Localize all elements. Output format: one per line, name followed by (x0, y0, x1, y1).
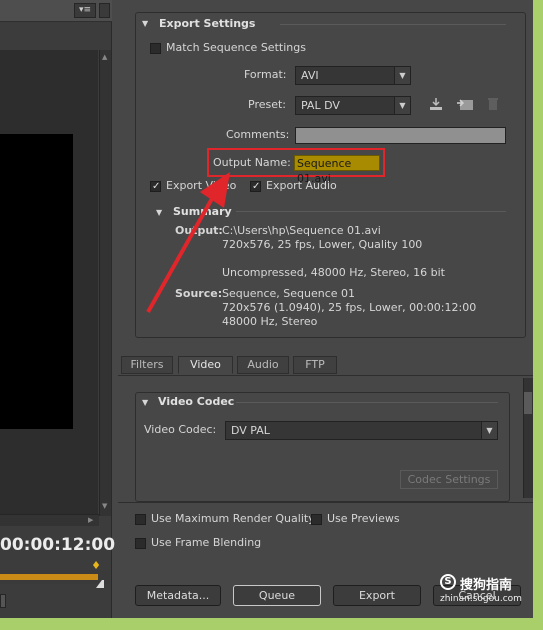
scroll-down-icon[interactable]: ▼ (102, 502, 107, 510)
chevron-down-icon[interactable]: ▼ (481, 422, 497, 439)
sogou-logo-icon: S (440, 574, 456, 590)
out-point-icon[interactable] (96, 580, 104, 588)
preview-horizontal-scrollbar[interactable]: ▶ (0, 514, 99, 526)
use-previews-checkbox[interactable] (311, 514, 322, 525)
format-value: AVI (301, 69, 319, 82)
frame-blending-label: Use Frame Blending (151, 536, 262, 549)
sogou-watermark: S 搜狗指南 zhinan.sogou.com (438, 572, 538, 612)
queue-button[interactable]: Queue (233, 585, 321, 606)
timeline-range-bar[interactable] (0, 574, 98, 580)
metadata-button[interactable]: Metadata... (135, 585, 221, 606)
frame-blending-checkbox[interactable] (135, 538, 146, 549)
export-audio-checkbox[interactable] (250, 181, 261, 192)
section-divider (236, 402, 498, 403)
output-name-link[interactable]: Sequence 01.avi (294, 155, 380, 185)
output-name-label: Output Name: (213, 156, 291, 169)
timecode-display: 00:00:12:00 (0, 535, 116, 555)
watermark-url: zhinan.sogou.com (440, 594, 522, 604)
export-button[interactable]: Export (333, 585, 421, 606)
watermark-text: 搜狗指南 (460, 578, 513, 593)
use-previews-label: Use Previews (327, 512, 400, 525)
match-sequence-checkbox[interactable] (150, 43, 161, 54)
tab-ftp[interactable]: FTP (293, 356, 337, 374)
tab-video[interactable]: Video (178, 356, 233, 374)
panel-menu-button[interactable]: ▾≡ (74, 3, 96, 18)
codec-settings-button[interactable]: Codec Settings (400, 470, 498, 489)
summary-source-line: 720x576 (1.0940), 25 fps, Lower, 00:00:1… (222, 301, 477, 314)
collapse-export-settings-icon[interactable]: ▼ (142, 19, 148, 28)
video-codec-dropdown[interactable]: DV PAL ▼ (225, 421, 498, 440)
preset-label: Preset: (248, 98, 287, 111)
comments-input[interactable] (295, 127, 506, 144)
format-label: Format: (244, 68, 287, 81)
annotation-arrow-icon (146, 172, 230, 313)
options-divider (118, 502, 533, 503)
summary-output-line: Uncompressed, 48000 Hz, Stereo, 16 bit (222, 266, 445, 279)
export-settings-title: Export Settings (159, 17, 256, 30)
panel-extra-button[interactable] (99, 3, 110, 18)
video-codec-label: Video Codec: (144, 423, 217, 436)
preview-vertical-scrollbar[interactable]: ▲ ▼ (99, 50, 111, 516)
section-divider (236, 211, 506, 212)
scroll-up-icon[interactable]: ▲ (102, 53, 107, 61)
scroll-right-icon[interactable]: ▶ (88, 516, 93, 524)
settings-scrollbar-thumb[interactable] (524, 392, 532, 414)
chevron-down-icon[interactable]: ▼ (394, 97, 410, 114)
export-settings-window: ▾≡ ▲ ▼ ▶ 00:00:12:00 ♦ ▼ Export Settings… (0, 0, 533, 618)
delete-preset-icon[interactable] (485, 97, 501, 111)
save-preset-icon[interactable] (428, 97, 444, 111)
source-range-button[interactable] (0, 594, 6, 608)
video-codec-title: Video Codec (158, 395, 235, 408)
chevron-down-icon[interactable]: ▼ (394, 67, 410, 84)
max-render-quality-label: Use Maximum Render Quality (151, 512, 315, 525)
summary-source-line: Sequence, Sequence 01 (222, 287, 356, 300)
video-preview-frame (0, 134, 73, 429)
export-audio-label: Export Audio (266, 179, 337, 192)
import-preset-icon[interactable] (456, 97, 473, 111)
section-divider (280, 24, 506, 25)
summary-output-line: C:\Users\hp\Sequence 01.avi (222, 224, 381, 237)
tab-audio[interactable]: Audio (237, 356, 289, 374)
format-dropdown[interactable]: AVI ▼ (295, 66, 411, 85)
tab-filters[interactable]: Filters (121, 356, 173, 374)
video-codec-value: DV PAL (231, 424, 270, 437)
playhead-icon[interactable]: ♦ (91, 560, 101, 574)
match-sequence-label: Match Sequence Settings (166, 41, 306, 54)
collapse-video-codec-icon[interactable]: ▼ (142, 398, 148, 407)
summary-output-line: 720x576, 25 fps, Lower, Quality 100 (222, 238, 423, 251)
preset-dropdown[interactable]: PAL DV ▼ (295, 96, 411, 115)
max-render-quality-checkbox[interactable] (135, 514, 146, 525)
comments-label: Comments: (226, 128, 290, 141)
preset-value: PAL DV (301, 99, 340, 112)
